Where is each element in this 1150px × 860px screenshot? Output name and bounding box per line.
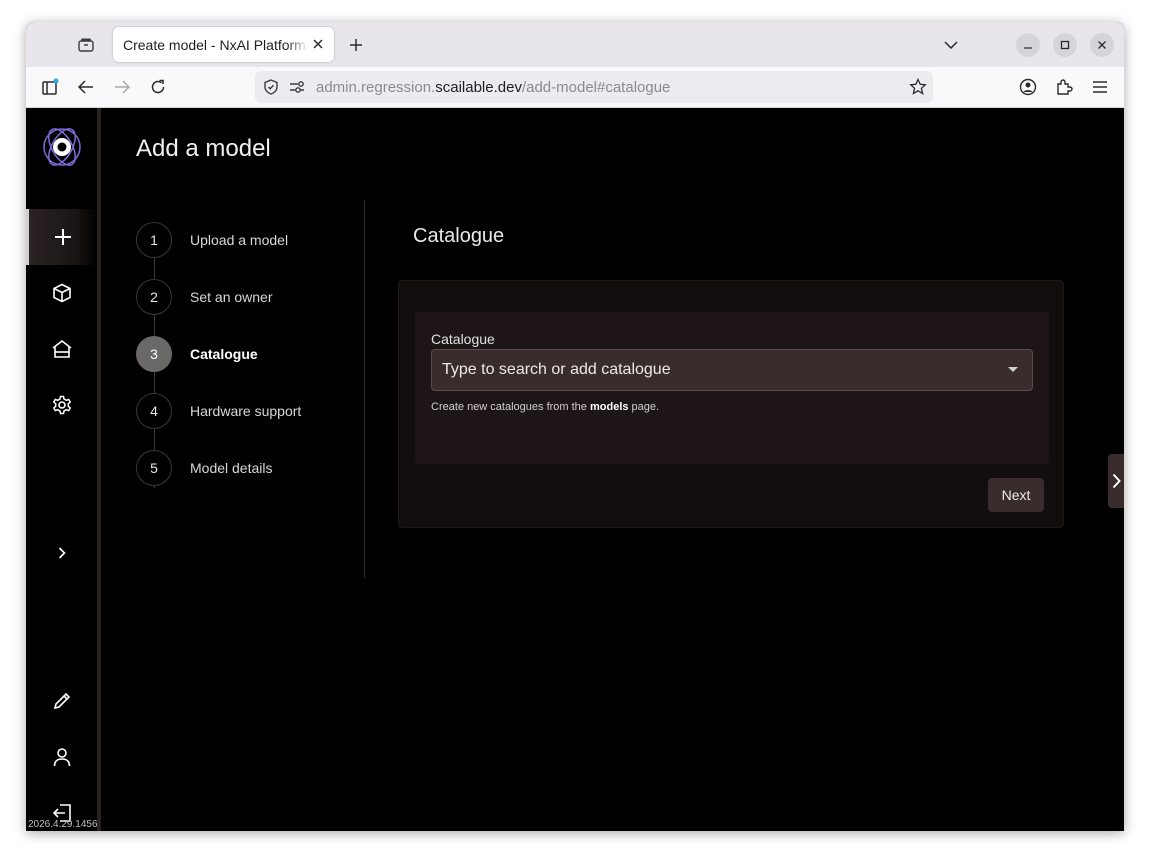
minimize-icon[interactable] — [1016, 33, 1040, 57]
chevron-down-icon[interactable] — [940, 34, 962, 56]
tab-title: Create model - NxAI Platform — [123, 36, 306, 53]
close-window-icon[interactable] — [1090, 33, 1114, 57]
url-subdomain: admin.regression. — [316, 79, 436, 96]
logo-icon[interactable] — [26, 118, 97, 176]
models-page-link[interactable]: models — [590, 401, 629, 413]
maximize-icon[interactable] — [1053, 33, 1077, 57]
drawer-toggle-button[interactable] — [1108, 454, 1124, 508]
plus-icon — [55, 229, 71, 245]
step-model-details[interactable]: 5 Model details — [136, 450, 356, 486]
catalogue-helper-text: Create new catalogues from the models pa… — [431, 401, 659, 413]
next-button[interactable]: Next — [988, 478, 1044, 512]
bookmark-star-icon[interactable] — [909, 77, 927, 101]
app-content: 2026.4.29.1456 Add a model 1 Upload a mo… — [26, 108, 1124, 831]
forward-icon[interactable] — [110, 75, 134, 99]
step-number: 3 — [136, 336, 172, 372]
catalogue-select[interactable]: Type to search or add catalogue — [431, 349, 1033, 391]
step-label: Catalogue — [190, 346, 258, 362]
helper-text-prefix: Create new catalogues from the — [431, 401, 590, 413]
step-number: 2 — [136, 279, 172, 315]
account-icon[interactable] — [1016, 75, 1040, 99]
caret-down-icon[interactable] — [1008, 367, 1018, 372]
sidebar-item-home[interactable] — [26, 321, 97, 377]
browser-window: Create model - NxAI Platform admin.regre… — [26, 22, 1124, 831]
step-label: Set an owner — [190, 289, 273, 305]
chevron-right-icon — [1112, 473, 1121, 489]
sidebar-item-edit[interactable] — [26, 673, 97, 729]
step-label: Model details — [190, 460, 273, 476]
menu-icon[interactable] — [1088, 75, 1112, 99]
step-set-owner[interactable]: 2 Set an owner — [136, 279, 356, 315]
tab-list-icon[interactable] — [74, 34, 98, 56]
reload-icon[interactable] — [146, 75, 170, 99]
gear-icon — [52, 395, 71, 415]
url-path: /add-model#catalogue — [521, 79, 671, 96]
close-tab-icon[interactable] — [310, 36, 326, 52]
helper-text-suffix: page. — [628, 401, 660, 413]
chevron-right-icon — [58, 547, 66, 559]
step-number: 5 — [136, 450, 172, 486]
url-bar[interactable]: admin.regression.scailable.dev/add-model… — [255, 71, 933, 103]
sidebar-toggle-icon[interactable] — [38, 75, 62, 99]
step-upload-model[interactable]: 1 Upload a model — [136, 222, 356, 258]
navigation-bar: admin.regression.scailable.dev/add-model… — [26, 67, 1124, 108]
new-tab-icon[interactable] — [345, 34, 367, 56]
app-version: 2026.4.29.1456 — [28, 819, 98, 830]
sidebar-item-add[interactable] — [26, 209, 97, 265]
sidebar: 2026.4.29.1456 — [26, 108, 101, 831]
catalogue-form: Catalogue Type to search or add catalogu… — [415, 312, 1049, 464]
catalogue-card: Catalogue Type to search or add catalogu… — [398, 280, 1064, 528]
sidebar-item-settings[interactable] — [26, 377, 97, 433]
url-domain: scailable.dev — [435, 79, 522, 96]
catalogue-field-label: Catalogue — [431, 331, 495, 347]
active-tab[interactable]: Create model - NxAI Platform — [113, 27, 334, 62]
cube-icon — [52, 283, 71, 303]
page-title: Add a model — [136, 135, 271, 162]
site-permissions-icon[interactable] — [289, 79, 305, 100]
back-icon[interactable] — [74, 75, 98, 99]
shield-icon[interactable] — [263, 79, 279, 100]
home-icon — [52, 339, 71, 358]
tab-strip: Create model - NxAI Platform — [26, 22, 1124, 67]
catalogue-select-placeholder: Type to search or add catalogue — [442, 361, 671, 378]
extensions-icon[interactable] — [1052, 75, 1076, 99]
step-hardware-support[interactable]: 4 Hardware support — [136, 393, 356, 429]
url-text[interactable]: admin.regression.scailable.dev/add-model… — [316, 79, 670, 96]
step-label: Hardware support — [190, 403, 302, 419]
step-label: Upload a model — [190, 232, 289, 248]
step-catalogue[interactable]: 3 Catalogue — [136, 336, 356, 372]
user-icon — [53, 748, 70, 767]
step-number: 1 — [136, 222, 172, 258]
sidebar-item-profile[interactable] — [26, 729, 97, 785]
expand-sidebar-button[interactable] — [26, 525, 97, 581]
sidebar-item-models[interactable] — [26, 265, 97, 321]
pencil-icon — [53, 692, 70, 710]
vertical-divider — [364, 200, 365, 578]
section-title: Catalogue — [413, 225, 505, 247]
step-number: 4 — [136, 393, 172, 429]
